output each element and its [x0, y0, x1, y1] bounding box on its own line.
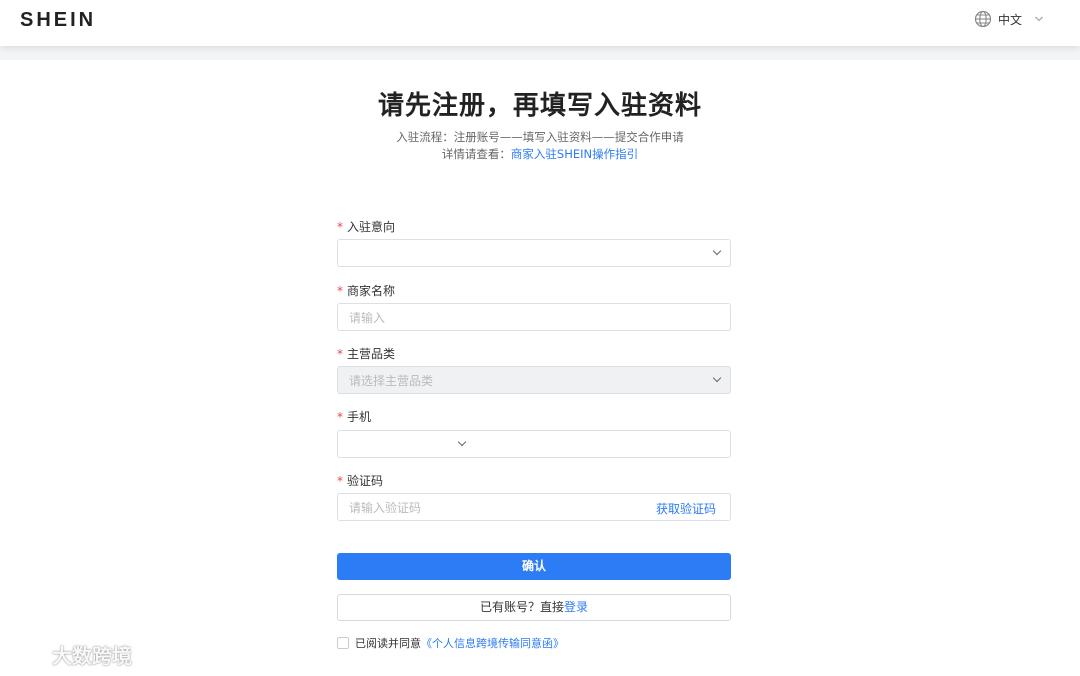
category-placeholder: 请选择主营品类 [349, 373, 434, 388]
required-mark: * [337, 410, 343, 424]
language-label: 中文 [997, 12, 1022, 27]
merchant-name-placeholder: 请输入 [349, 310, 386, 325]
required-mark: * [337, 474, 343, 488]
login-link[interactable]: 登录 [564, 600, 588, 614]
merchant-name-input[interactable]: 请输入 [337, 303, 731, 331]
required-mark: * [337, 347, 343, 361]
merchant-name-label-text: 商家名称 [347, 284, 396, 298]
globe-icon [974, 10, 992, 28]
process-text: 入驻流程：注册账号——填写入驻资料——提交合作申请 [396, 130, 684, 144]
page-title: 请先注册，再填写入驻资料 [377, 91, 702, 121]
category-select[interactable]: 请选择主营品类 [337, 366, 731, 394]
required-mark: * [337, 220, 343, 234]
verify-label: * 验证码 [337, 472, 383, 489]
chevron-down-icon [712, 248, 722, 258]
verify-code-input[interactable]: 请输入验证码 获取验证码 [337, 493, 731, 521]
agreement-row: 已阅读并同意 《个人信息跨境传输同意函》 [337, 635, 564, 651]
phone-country-code-select[interactable] [337, 430, 476, 458]
guide-link[interactable]: 商家入驻SHEIN操作指引 [511, 147, 638, 161]
watermark-logo-icon [8, 640, 48, 669]
verify-placeholder: 请输入验证码 [349, 500, 422, 515]
phone-label-text: 手机 [347, 410, 372, 424]
category-label: * 主营品类 [337, 345, 395, 362]
login-row[interactable]: 已有账号？直接登录 [337, 594, 731, 621]
login-prefix: 已有账号？直接 [479, 600, 564, 614]
intent-select[interactable] [337, 239, 731, 267]
detail-line: 详情请查看：商家入驻SHEIN操作指引 [0, 146, 1080, 162]
language-selector[interactable]: 中文 [974, 10, 1044, 28]
chevron-down-icon [712, 375, 722, 385]
watermark: 大数跨境 [8, 640, 132, 669]
required-mark: * [337, 284, 343, 298]
chevron-down-icon [457, 439, 467, 449]
confirm-button[interactable]: 确认 [337, 553, 731, 580]
agree-checkbox[interactable] [337, 637, 349, 649]
category-label-text: 主营品类 [347, 347, 396, 361]
header-band [0, 46, 1080, 60]
top-header: SHEIN 中文 [0, 0, 1080, 46]
watermark-text: 大数跨境 [52, 644, 132, 668]
intent-label: * 入驻意向 [337, 218, 395, 235]
phone-label: * 手机 [337, 408, 371, 425]
shein-logo[interactable]: SHEIN [20, 9, 96, 32]
merchant-name-label: * 商家名称 [337, 282, 395, 299]
agreement-text: 已阅读并同意 [355, 637, 421, 650]
intent-label-text: 入驻意向 [347, 220, 396, 234]
get-code-button[interactable]: 获取验证码 [656, 500, 716, 517]
verify-label-text: 验证码 [347, 474, 384, 488]
chevron-down-icon [1034, 15, 1044, 23]
detail-prefix: 详情请查看： [441, 147, 511, 161]
phone-number-input[interactable] [475, 430, 731, 458]
agreement-link[interactable]: 《个人信息跨境传输同意函》 [421, 635, 564, 651]
